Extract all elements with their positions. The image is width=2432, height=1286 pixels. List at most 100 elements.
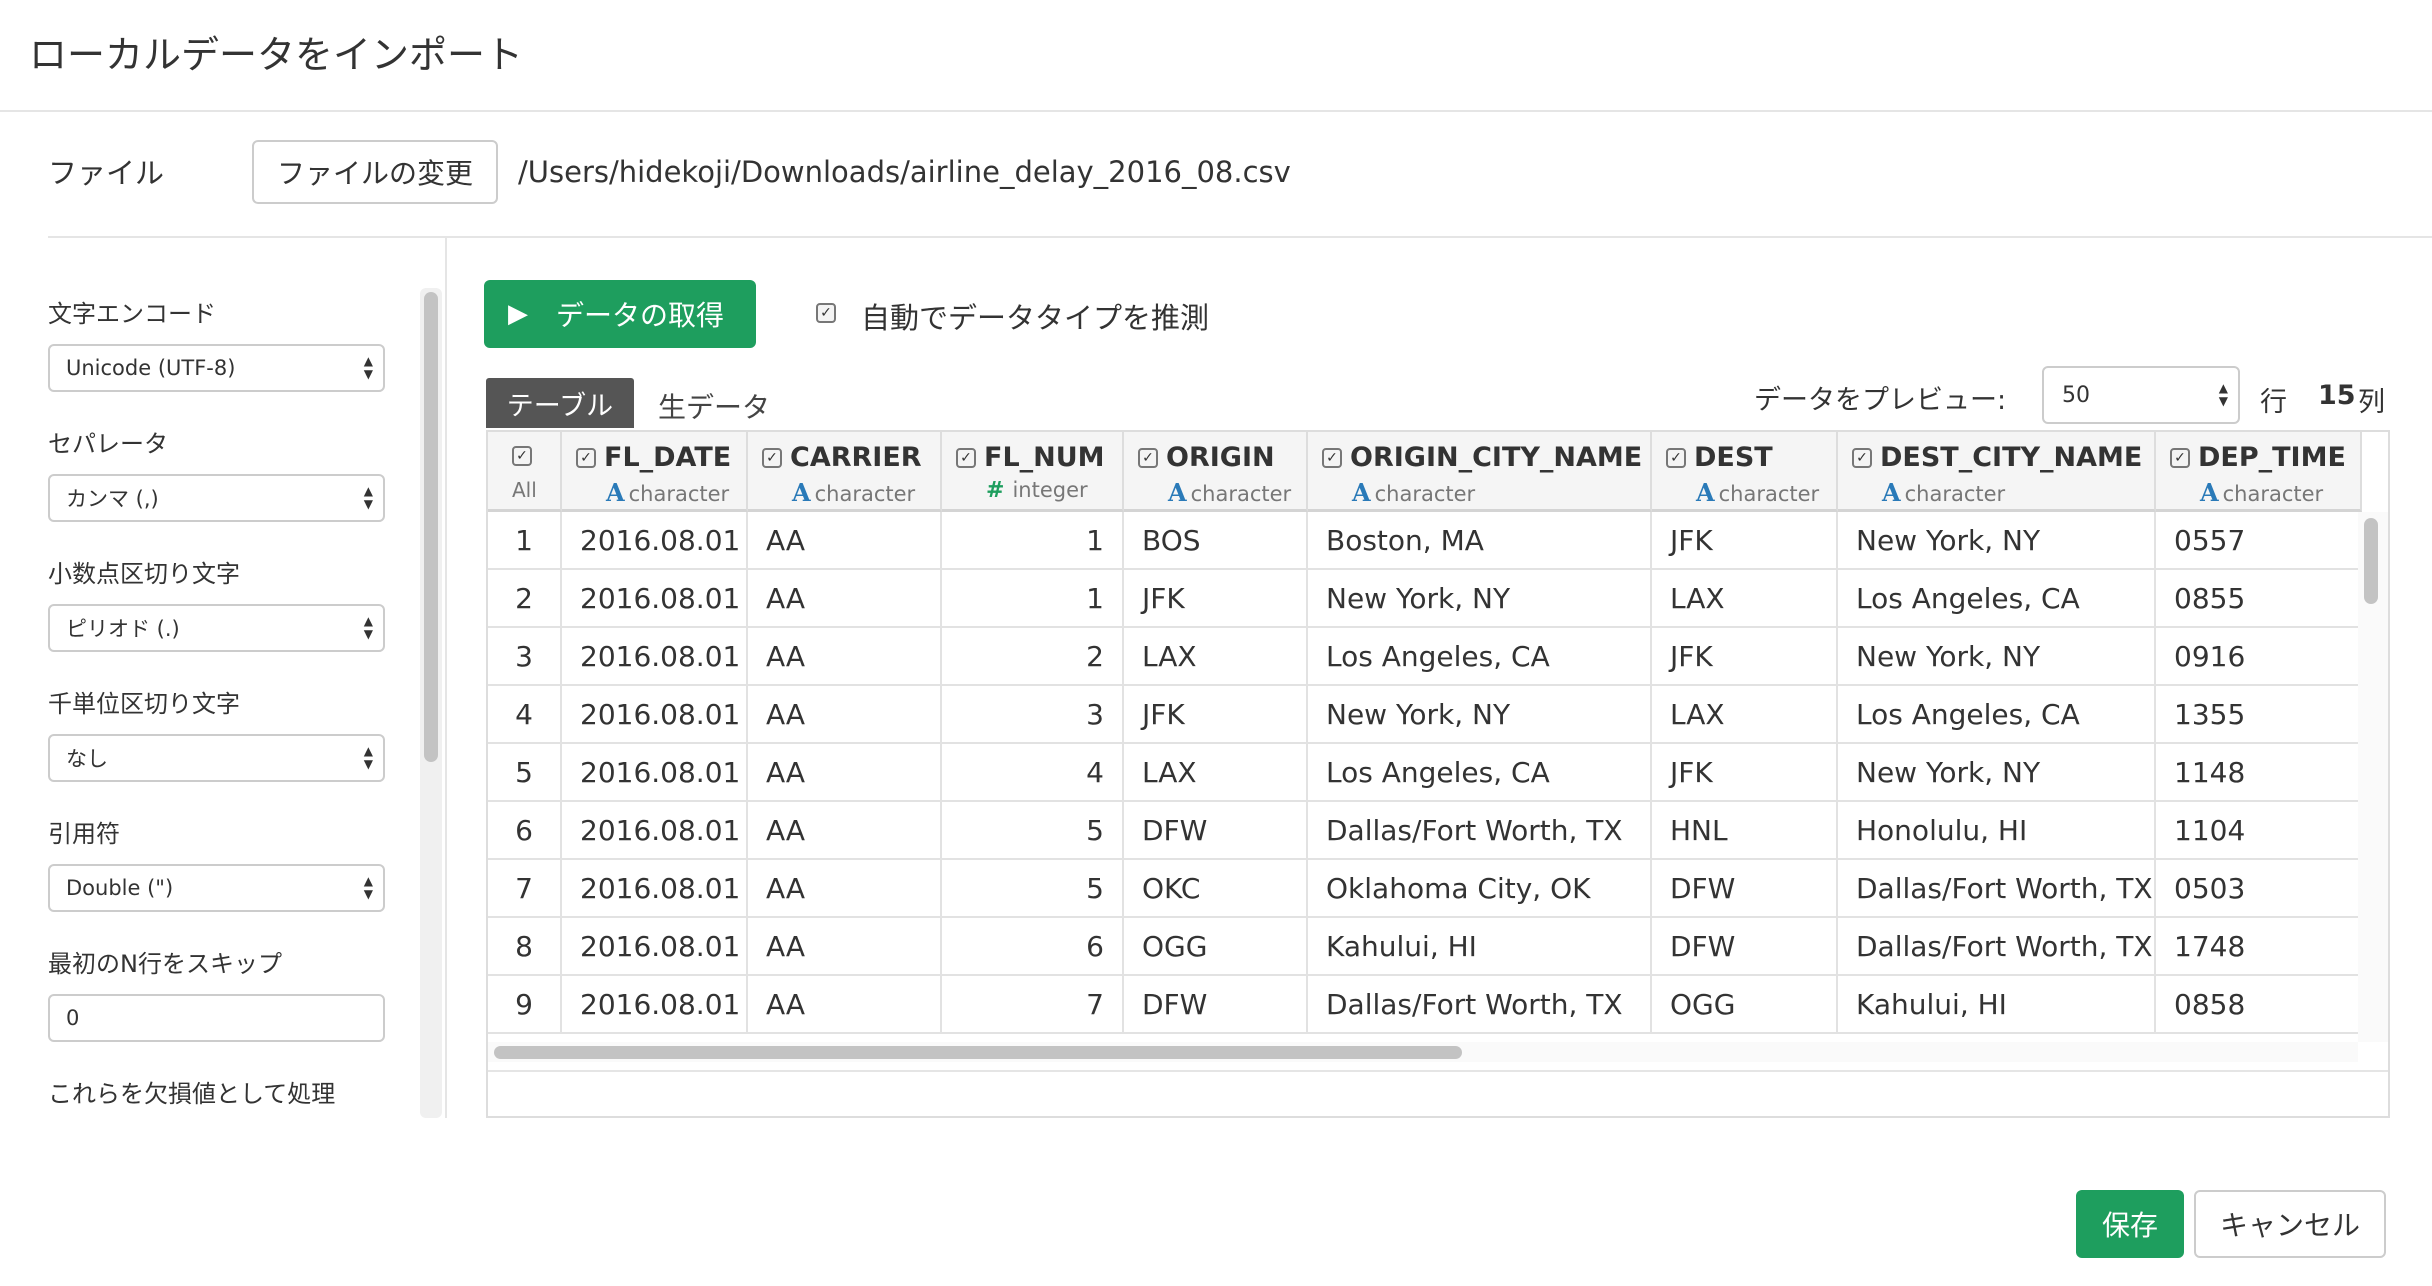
table-row[interactable]: 5 2016.08.01 AA 4 LAX Los Angeles, CA JFK New Y… — [488, 744, 2362, 802]
table-row[interactable]: 6 2016.08.01 AA 5 DFW Dallas/Fort Worth, TX HN… — [488, 802, 2362, 860]
table-cell: 5 — [942, 860, 1124, 916]
column-name: ✓ DEP_TIME — [2170, 442, 2346, 473]
skip-input[interactable]: 0 — [48, 994, 385, 1042]
column-header[interactable]: ✓ DEST Acharacter — [1652, 432, 1838, 512]
character-type-icon: A — [1352, 478, 1371, 507]
column-header[interactable]: ✓ DEP_TIME Acharacter — [2156, 432, 2362, 512]
get-data-label: データの取得 — [556, 299, 725, 332]
table-row[interactable]: 8 2016.08.01 AA 6 OGG Kahului, HI DFW Dallas/Fo… — [488, 918, 2362, 976]
table-row[interactable]: 3 2016.08.01 AA 2 LAX Los Angeles, CA JFK New Y… — [488, 628, 2362, 686]
column-type-text: character — [2222, 482, 2324, 506]
table-cell: AA — [748, 860, 942, 916]
na-label: これらを欠損値として処理 — [48, 1080, 336, 1108]
tab-raw-data[interactable]: 生データ — [658, 386, 770, 426]
table-row[interactable]: 1 2016.08.01 AA 1 BOS Boston, MA JFK New York, … — [488, 512, 2362, 570]
column-header[interactable]: ✓ DEST_CITY_NAME Acharacter — [1838, 432, 2156, 512]
table-cell: New York, NY — [1838, 744, 2156, 800]
integer-type-icon: # — [986, 478, 1005, 503]
preview-rows-select[interactable]: 50 ▲ ▼ — [2042, 366, 2240, 424]
character-type-icon: A — [2200, 478, 2219, 507]
character-type-icon: A — [1696, 478, 1715, 507]
column-name: ✓ CARRIER — [762, 442, 922, 473]
column-type[interactable]: Acharacter — [606, 478, 729, 507]
select-arrows-icon: ▲ ▼ — [363, 874, 373, 901]
column-checkbox[interactable]: ✓ — [956, 447, 976, 468]
select-arrows-icon: ▲ ▼ — [363, 484, 373, 511]
table-cell: 2016.08.01 — [562, 976, 748, 1032]
table-cell: 1148 — [2156, 744, 2362, 800]
horizontal-scroll-thumb[interactable] — [494, 1046, 1462, 1059]
header-all[interactable]: ✓ All — [488, 432, 562, 512]
column-header[interactable]: ✓ ORIGIN_CITY_NAME Acharacter — [1308, 432, 1652, 512]
column-header[interactable]: ✓ FL_NUM # integer — [942, 432, 1124, 512]
column-type-text: character — [1904, 482, 2006, 506]
table-cell: 0503 — [2156, 860, 2362, 916]
tab-table[interactable]: テーブル — [486, 378, 634, 428]
separator-select[interactable]: カンマ (,) ▲ ▼ — [48, 474, 385, 522]
column-checkbox[interactable]: ✓ — [1322, 447, 1342, 468]
table-row[interactable]: 2 2016.08.01 AA 1 JFK New York, NY LAX Los Ange… — [488, 570, 2362, 628]
table-cell: AA — [748, 976, 942, 1032]
table-cell: LAX — [1124, 628, 1308, 684]
table-cell: 6 — [942, 918, 1124, 974]
table-cell: 1 — [942, 570, 1124, 626]
table-cell: Kahului, HI — [1308, 918, 1652, 974]
table-row[interactable]: 7 2016.08.01 AA 5 OKC Oklahoma City, OK DFW Dal… — [488, 860, 2362, 918]
select-arrows-icon: ▲ ▼ — [2218, 381, 2228, 408]
column-checkbox[interactable]: ✓ — [1666, 447, 1686, 468]
table-cell: OGG — [1652, 976, 1838, 1032]
table-cell: HNL — [1652, 802, 1838, 858]
column-header[interactable]: ✓ CARRIER Acharacter — [748, 432, 942, 512]
column-checkbox[interactable]: ✓ — [576, 447, 596, 468]
table-cell: 1 — [942, 512, 1124, 568]
column-header[interactable]: ✓ ORIGIN Acharacter — [1124, 432, 1308, 512]
column-type[interactable]: Acharacter — [1168, 478, 1291, 507]
column-type[interactable]: Acharacter — [2200, 478, 2323, 507]
column-type[interactable]: Acharacter — [1882, 478, 2005, 507]
table-cell: 1104 — [2156, 802, 2362, 858]
save-button[interactable]: 保存 — [2076, 1190, 2184, 1258]
data-preview-grid[interactable]: ✓ All ✓ FL_DATE Acharacter ✓ CARRIER Acharact… — [486, 430, 2390, 1118]
column-name: ✓ ORIGIN_CITY_NAME — [1322, 442, 1642, 473]
decimal-select[interactable]: ピリオド (.) ▲ ▼ — [48, 604, 385, 652]
table-cell: Dallas/Fort Worth, TX — [1838, 860, 2156, 916]
table-cell: AA — [748, 802, 942, 858]
table-cell: AA — [748, 512, 942, 568]
table-cell: AA — [748, 570, 942, 626]
row-index: 8 — [488, 918, 562, 974]
change-file-button[interactable]: ファイルの変更 — [252, 140, 498, 204]
thousands-label: 千単位区切り文字 — [48, 690, 240, 718]
table-cell: BOS — [1124, 512, 1308, 568]
table-cell: 7 — [942, 976, 1124, 1032]
quote-select[interactable]: Double (") ▲ ▼ — [48, 864, 385, 912]
table-cell: DFW — [1124, 976, 1308, 1032]
auto-detect-checkbox[interactable]: ✓ — [816, 303, 836, 323]
table-cell: Dallas/Fort Worth, TX — [1838, 918, 2156, 974]
skip-value: 0 — [66, 1006, 80, 1030]
column-type[interactable]: Acharacter — [1696, 478, 1819, 507]
table-cell: 0916 — [2156, 628, 2362, 684]
select-all-checkbox[interactable]: ✓ — [512, 446, 532, 466]
table-cell: JFK — [1652, 744, 1838, 800]
column-checkbox[interactable]: ✓ — [1852, 447, 1872, 468]
table-cell: 2016.08.01 — [562, 686, 748, 742]
cancel-button[interactable]: キャンセル — [2194, 1190, 2386, 1258]
get-data-button[interactable]: ▶ データの取得 — [484, 280, 756, 348]
sidebar-scroll-thumb[interactable] — [424, 292, 438, 762]
vertical-scroll-thumb[interactable] — [2364, 518, 2378, 604]
table-row[interactable]: 4 2016.08.01 AA 3 JFK New York, NY LAX Los Ange… — [488, 686, 2362, 744]
column-name: ✓ DEST — [1666, 442, 1773, 473]
encoding-select[interactable]: Unicode (UTF-8) ▲ ▼ — [48, 344, 385, 392]
table-row[interactable]: 9 2016.08.01 AA 7 DFW Dallas/Fort Worth, TX OG… — [488, 976, 2362, 1034]
column-checkbox[interactable]: ✓ — [2170, 447, 2190, 468]
table-cell: 0855 — [2156, 570, 2362, 626]
column-checkbox[interactable]: ✓ — [1138, 447, 1158, 468]
column-checkbox[interactable]: ✓ — [762, 447, 782, 468]
column-type[interactable]: Acharacter — [792, 478, 915, 507]
column-type[interactable]: # integer — [986, 478, 1088, 503]
quote-label: 引用符 — [48, 820, 120, 848]
column-header[interactable]: ✓ FL_DATE Acharacter — [562, 432, 748, 512]
column-type[interactable]: Acharacter — [1352, 478, 1475, 507]
panel-divider — [445, 238, 447, 1118]
thousands-select[interactable]: なし ▲ ▼ — [48, 734, 385, 782]
